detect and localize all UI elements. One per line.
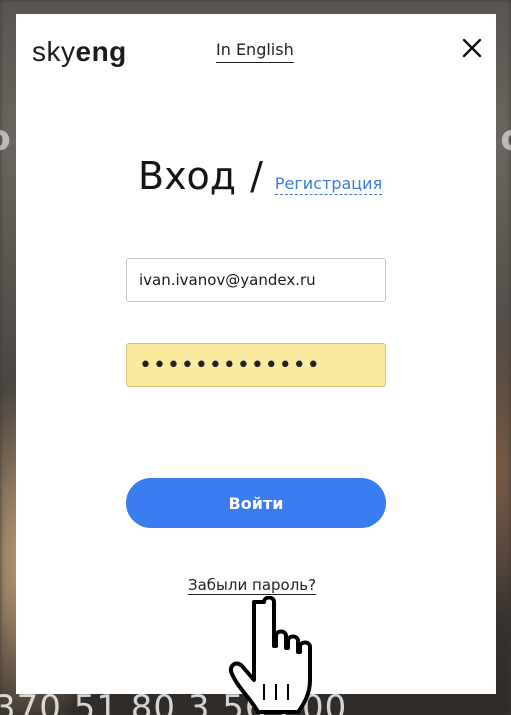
form-heading: Вход / Регистрация <box>138 154 383 198</box>
page-title: Вход <box>138 154 237 198</box>
login-button[interactable]: Войти <box>126 478 386 528</box>
logo-text-regular: sky <box>32 36 76 67</box>
close-button[interactable] <box>460 36 484 60</box>
forgot-password-link[interactable]: Забыли пароль? <box>188 576 317 595</box>
register-link[interactable]: Регистрация <box>274 174 383 195</box>
skyeng-logo[interactable]: skyeng <box>32 36 127 68</box>
logo-text-bold: eng <box>75 36 127 67</box>
hand-pointer-cursor <box>229 596 312 714</box>
background-text-left: o <box>0 118 11 159</box>
password-field[interactable] <box>126 343 386 387</box>
title-separator: / <box>250 154 263 198</box>
close-icon <box>462 38 482 58</box>
language-switch-link[interactable]: In English <box>216 40 294 63</box>
background-text-right: o <box>500 118 511 159</box>
login-modal: skyeng In English Вход / Регистрация Вой… <box>16 14 496 694</box>
email-field[interactable] <box>126 258 386 302</box>
